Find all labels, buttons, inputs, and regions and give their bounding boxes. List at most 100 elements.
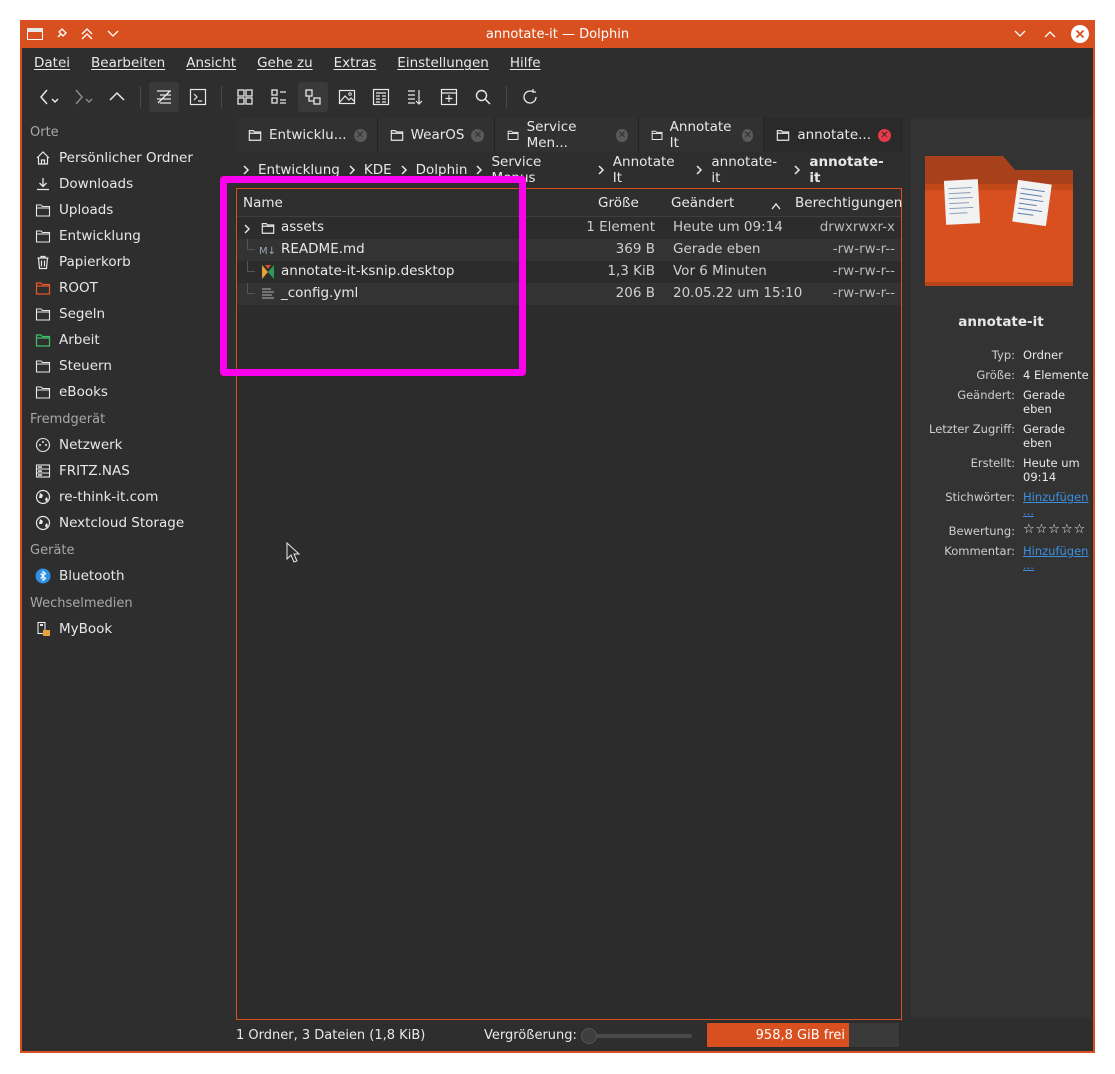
menu-bearbeiten[interactable]: Bearbeiten — [91, 55, 176, 71]
crumb-annotate-it-sub[interactable]: annotate-it — [711, 154, 785, 186]
place-steuern[interactable]: Steuern — [22, 353, 232, 379]
place-label: Steuern — [59, 358, 112, 374]
info-key: Letzter Zugriff: — [929, 422, 1015, 436]
file-size: 369 B — [615, 241, 655, 257]
info-value: 4 Elemente — [1023, 368, 1089, 382]
zoom-slider-handle[interactable] — [581, 1028, 597, 1044]
folder-preview-icon — [923, 148, 1075, 292]
place-segeln[interactable]: Segeln — [22, 301, 232, 327]
tab-close-icon[interactable]: ✕ — [616, 128, 628, 142]
place-entwicklung[interactable]: Entwicklung — [22, 223, 232, 249]
dolphin-window: annotate-it — Dolphin Datei Bearbeiten A… — [20, 20, 1095, 1053]
place-uploads[interactable]: Uploads — [22, 197, 232, 223]
title-bar[interactable]: annotate-it — Dolphin — [22, 22, 1093, 48]
tab-label: Annotate It — [669, 119, 732, 151]
places-panel: Orte Persönlicher Ordner Downloads Uploa… — [22, 118, 232, 1018]
place-papierkorb[interactable]: Papierkorb — [22, 249, 232, 275]
tab-close-icon[interactable]: ✕ — [878, 128, 891, 142]
zoom-slider-track[interactable] — [588, 1034, 692, 1038]
minimize-icon[interactable] — [1011, 25, 1029, 43]
free-space-label: 958,8 GiB frei — [755, 1028, 845, 1043]
place-root[interactable]: ROOT — [22, 275, 232, 301]
maximize-icon[interactable] — [1041, 25, 1059, 43]
add-comment-link[interactable]: Hinzufügen ... — [1023, 544, 1091, 572]
chevron-right-icon — [475, 165, 483, 175]
terminal-icon[interactable] — [183, 82, 213, 112]
icons-view-icon[interactable] — [230, 82, 260, 112]
folder-icon — [34, 228, 51, 245]
place-downloads[interactable]: Downloads — [22, 171, 232, 197]
menu-hilfe[interactable]: Hilfe — [510, 55, 552, 71]
place-nextcloud[interactable]: Nextcloud Storage — [22, 510, 232, 536]
info-key: Typ: — [991, 348, 1015, 362]
column-permissions[interactable]: Berechtigungen — [795, 195, 902, 211]
rating-stars[interactable]: ☆☆☆☆☆ — [1023, 523, 1091, 538]
sort-icon[interactable] — [400, 82, 430, 112]
tab-entwicklung[interactable]: Entwicklu... ✕ — [236, 118, 378, 152]
folder-icon — [777, 130, 790, 141]
tab-close-icon[interactable]: ✕ — [353, 128, 367, 142]
remote-heading: Fremdgerät — [30, 412, 106, 427]
preview-icon[interactable] — [332, 82, 362, 112]
details-view-icon[interactable] — [298, 82, 328, 112]
new-tab-icon[interactable] — [434, 82, 464, 112]
menu-ansicht[interactable]: Ansicht — [186, 55, 247, 71]
folder-icon — [34, 384, 51, 401]
file-modified: Vor 6 Minuten — [673, 263, 767, 279]
forward-icon[interactable] — [68, 82, 98, 112]
compact-view-icon[interactable] — [264, 82, 294, 112]
place-mybook[interactable]: MyBook — [22, 616, 232, 642]
place-label: ROOT — [59, 280, 98, 296]
back-icon[interactable] — [34, 82, 64, 112]
home-icon — [34, 150, 51, 167]
place-re-think-it[interactable]: re-think-it.com — [22, 484, 232, 510]
status-bar: 1 Ordner, 3 Dateien (1,8 KiB) Vergrößeru… — [22, 1022, 1093, 1051]
menu-gehe-zu[interactable]: Gehe zu — [257, 55, 324, 71]
tab-service-menus[interactable]: Service Men... ✕ — [495, 118, 639, 152]
split-view-icon[interactable] — [366, 82, 396, 112]
bluetooth-icon — [34, 568, 51, 585]
highlight-annotation-box — [220, 176, 526, 376]
tab-wearos[interactable]: WearOS ✕ — [377, 118, 496, 152]
chevron-right-icon — [695, 165, 703, 175]
file-permissions: -rw-rw-r-- — [832, 241, 895, 257]
file-size: 1,3 KiB — [607, 263, 655, 279]
menu-extras[interactable]: Extras — [334, 55, 388, 71]
info-key: Geändert: — [957, 388, 1015, 402]
information-panel: annotate-it Typ: Ordner Größe: 4 Elemente … — [911, 118, 1091, 1018]
crumb-current[interactable]: annotate-it — [809, 154, 894, 186]
menu-bar: Datei Bearbeiten Ansicht Gehe zu Extras … — [22, 48, 1093, 78]
close-icon[interactable] — [1071, 25, 1089, 43]
column-modified[interactable]: Geändert — [671, 195, 734, 211]
tab-label: annotate... — [797, 127, 871, 143]
add-tags-link[interactable]: Hinzufügen ... — [1023, 490, 1091, 518]
disk-space-indicator[interactable]: 958,8 GiB frei — [706, 1022, 900, 1048]
place-persoenlicher-ordner[interactable]: Persönlicher Ordner — [22, 145, 232, 171]
folder-red-icon — [34, 280, 51, 297]
tab-close-icon[interactable]: ✕ — [471, 128, 485, 142]
place-arbeit[interactable]: Arbeit — [22, 327, 232, 353]
crumb-annotate-it[interactable]: Annotate It — [613, 154, 688, 186]
place-label: Segeln — [59, 306, 106, 322]
folder-icon — [651, 130, 663, 141]
reload-icon[interactable] — [515, 82, 545, 112]
tab-annotate-it[interactable]: Annotate It ✕ — [638, 118, 765, 152]
column-size[interactable]: Größe — [598, 195, 639, 211]
info-key: Erstellt: — [970, 456, 1015, 470]
place-fritz-nas[interactable]: FRITZ.NAS — [22, 458, 232, 484]
tab-label: WearOS — [410, 127, 465, 143]
tab-close-icon[interactable]: ✕ — [742, 128, 754, 142]
search-icon[interactable] — [468, 82, 498, 112]
status-summary: 1 Ordner, 3 Dateien (1,8 KiB) — [236, 1028, 426, 1043]
chevron-right-icon — [597, 165, 605, 175]
menu-datei[interactable]: Datei — [34, 55, 81, 71]
up-icon[interactable] — [102, 82, 132, 112]
menu-einstellungen[interactable]: Einstellungen — [397, 55, 500, 71]
tab-annotate-it-active[interactable]: annotate... ✕ — [764, 118, 902, 152]
place-netzwerk[interactable]: Netzwerk — [22, 432, 232, 458]
filter-icon[interactable] — [149, 82, 179, 112]
place-bluetooth[interactable]: Bluetooth — [22, 563, 232, 589]
place-ebooks[interactable]: eBooks — [22, 379, 232, 405]
place-label: re-think-it.com — [59, 489, 159, 505]
globe-icon — [34, 515, 51, 532]
